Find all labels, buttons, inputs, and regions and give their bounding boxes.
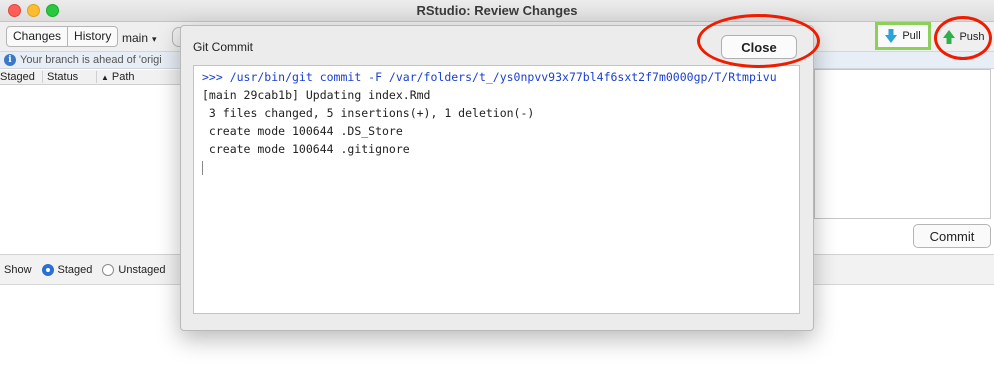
arrow-up-icon — [943, 30, 956, 44]
output-command-line: >>> /usr/bin/git commit -F /var/folders/… — [202, 70, 777, 84]
commit-message-input[interactable] — [814, 69, 991, 219]
text-cursor — [202, 158, 791, 176]
push-label: Push — [959, 31, 985, 43]
output-line: [main 29cab1b] Updating index.Rmd — [202, 88, 431, 102]
output-line: 3 files changed, 5 insertions(+), 1 dele… — [202, 106, 535, 120]
branch-selector[interactable]: main ▾ — [122, 31, 157, 45]
column-path-label: Path — [111, 71, 135, 83]
window-title: RStudio: Review Changes — [416, 3, 578, 18]
file-table-header: Staged Status ▲ Path — [0, 70, 180, 85]
close-button[interactable]: Close — [721, 35, 797, 59]
changes-tab[interactable]: Changes — [7, 27, 67, 46]
dialog-title: Git Commit — [193, 40, 253, 54]
git-commit-dialog: Git Commit Close >>> /usr/bin/git commit… — [180, 25, 814, 331]
pull-label: Pull — [902, 30, 921, 42]
sort-up-icon: ▲ — [101, 73, 109, 82]
column-status[interactable]: Status — [42, 71, 78, 83]
output-line: create mode 100644 .DS_Store — [202, 124, 403, 138]
commit-button[interactable]: Commit — [913, 224, 991, 248]
chevron-down-icon: ▾ — [152, 34, 157, 44]
commit-output: >>> /usr/bin/git commit -F /var/folders/… — [193, 65, 800, 314]
staged-radio-label: Staged — [57, 263, 93, 276]
show-label: Show — [4, 263, 32, 276]
unstaged-radio[interactable] — [102, 263, 115, 276]
arrow-down-icon — [885, 29, 898, 43]
staged-radio[interactable] — [41, 263, 54, 276]
branch-status-text: Your branch is ahead of 'origi — [20, 54, 162, 66]
push-button[interactable]: Push — [936, 23, 992, 51]
view-switcher: Changes History — [6, 26, 119, 47]
branch-name: main — [122, 31, 149, 45]
column-staged[interactable]: Staged — [0, 71, 35, 83]
history-tab[interactable]: History — [67, 27, 117, 46]
info-icon: i — [4, 54, 16, 66]
unstaged-radio-label: Unstaged — [118, 263, 166, 276]
pull-button[interactable]: Pull — [875, 22, 931, 50]
output-line: create mode 100644 .gitignore — [202, 142, 410, 156]
column-path[interactable]: ▲ Path — [96, 71, 135, 83]
title-bar: RStudio: Review Changes — [0, 0, 994, 22]
